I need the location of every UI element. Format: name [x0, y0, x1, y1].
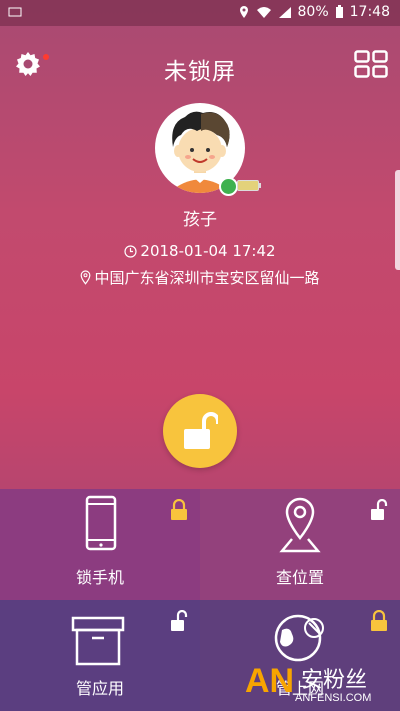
location-text: 中国广东省深圳市宝安区留仙一路 — [94, 269, 320, 287]
wifi-icon — [256, 6, 271, 18]
unlock-icon — [171, 610, 188, 631]
header: 未锁屏 — [0, 40, 400, 100]
timestamp-text: 2018-01-04 17:42 — [140, 242, 276, 260]
phone-icon — [85, 495, 117, 551]
last-update-time: 2018-01-04 17:42 — [0, 242, 400, 260]
battery-icon — [335, 5, 343, 18]
lock-icon — [171, 499, 187, 520]
location-icon — [239, 6, 248, 18]
watermark-url: ANFENSI.COM — [295, 692, 372, 704]
site-watermark: AN 安粉丝 ANFENSI.COM — [245, 662, 395, 710]
watermark-brand: AN — [245, 662, 295, 700]
status-time: 17:48 — [349, 4, 390, 20]
unlock-icon — [184, 412, 218, 449]
clock-icon — [124, 245, 138, 258]
tile-label: 锁手机 — [75, 568, 124, 587]
box-icon — [71, 616, 125, 666]
location-line: 中国广东省深圳市宝安区留仙一路 — [0, 267, 400, 288]
globe-icon — [274, 614, 324, 662]
android-icon — [219, 177, 238, 196]
page-title: 未锁屏 — [164, 59, 236, 85]
status-icons: 80% 17:48 — [238, 4, 390, 20]
status-bar: 80% 17:48 — [0, 0, 400, 26]
watermark-text: 安粉丝 — [301, 668, 368, 693]
lock-icon — [371, 610, 387, 631]
tile-manage-apps[interactable]: 管应用 — [0, 600, 200, 711]
tile-label: 查位置 — [275, 568, 324, 587]
unlock-toggle-button[interactable] — [163, 394, 237, 468]
side-drawer-handle[interactable] — [395, 170, 400, 270]
device-battery-icon — [237, 180, 261, 191]
tile-lock-phone[interactable]: 锁手机 — [0, 489, 200, 600]
child-name: 孩子 — [183, 210, 217, 230]
tile-find-location[interactable]: 查位置 — [200, 489, 400, 600]
signal-icon — [278, 6, 291, 18]
unlock-icon — [371, 499, 388, 520]
location-pin-icon — [81, 270, 91, 285]
tile-label: 管应用 — [75, 679, 124, 698]
grid-icon[interactable] — [354, 50, 388, 78]
battery-percent: 80% — [297, 4, 329, 20]
app-notification-icon — [8, 7, 22, 17]
map-pin-icon — [279, 497, 321, 553]
